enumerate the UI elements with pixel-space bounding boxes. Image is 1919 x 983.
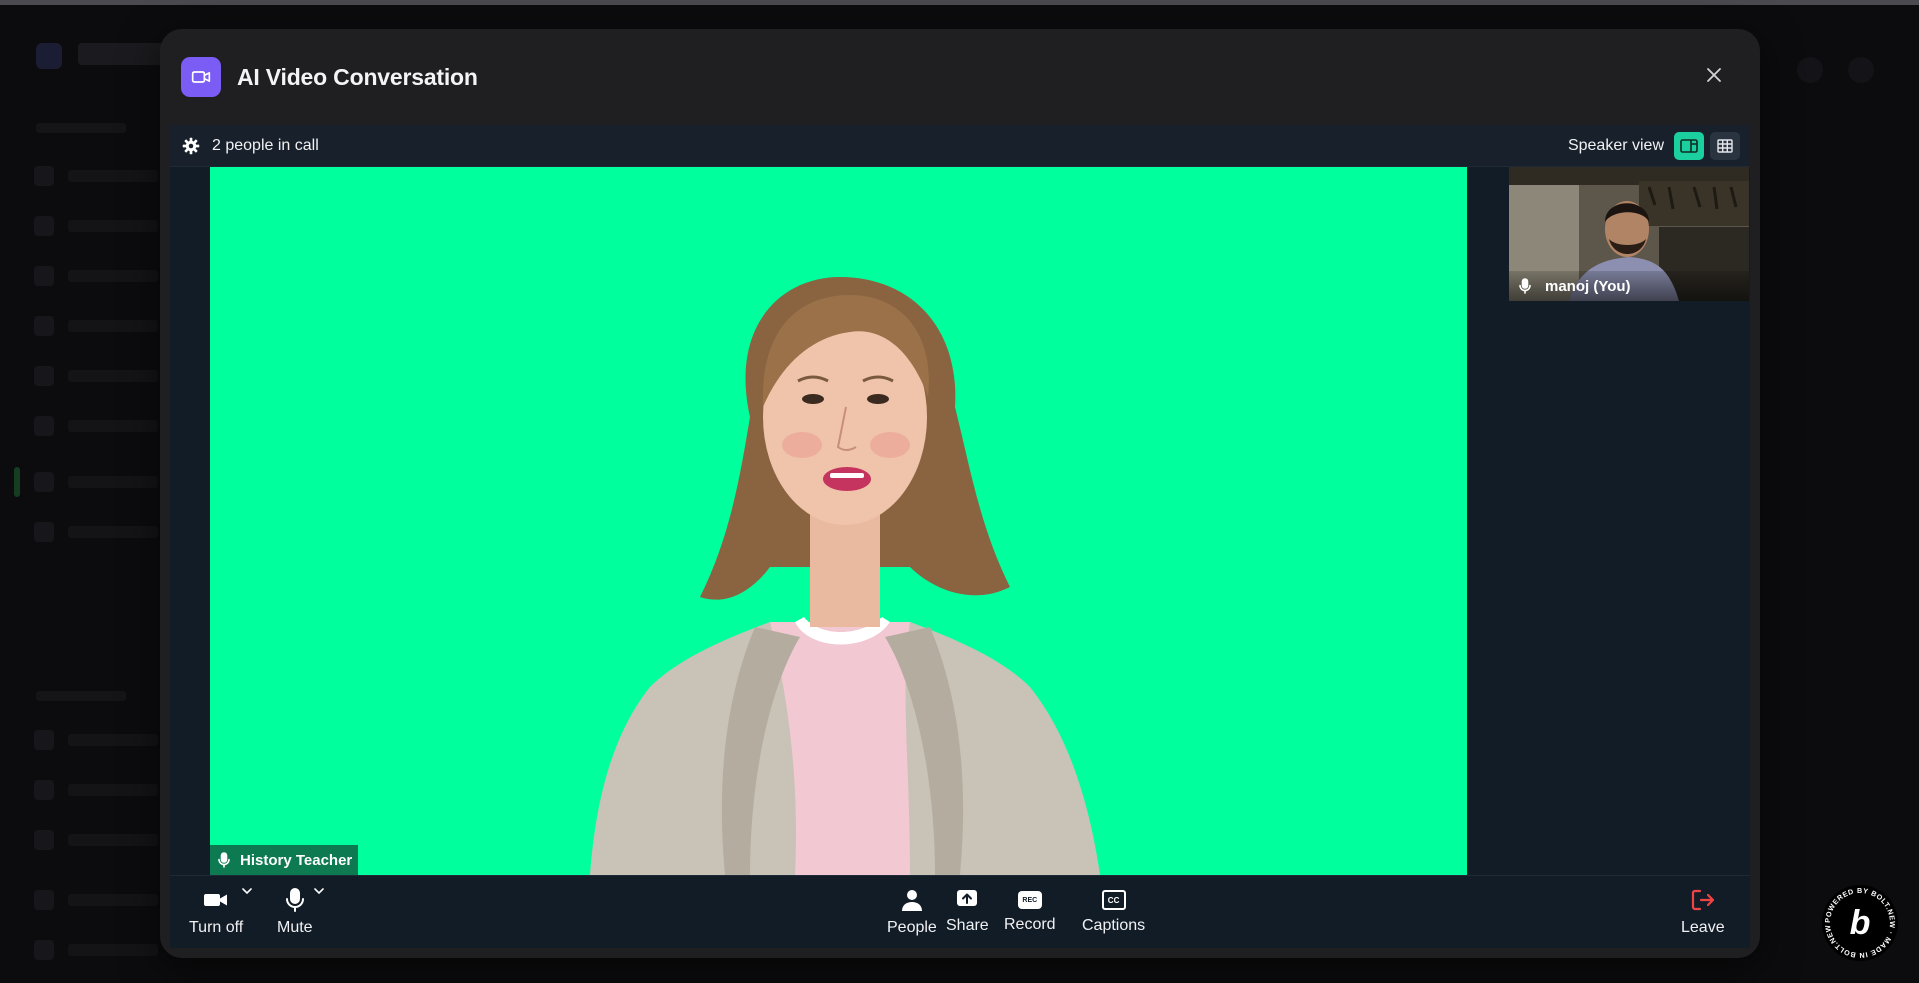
- record-icon: REC: [1017, 891, 1042, 909]
- captions-badge-text: CC: [1107, 895, 1120, 905]
- view-controls: Speaker view: [1568, 132, 1740, 160]
- mute-label: Mute: [277, 919, 313, 936]
- bg-sidebar-item: [34, 215, 164, 237]
- bg-sidebar-item: [34, 829, 164, 851]
- share-screen-icon: [957, 890, 978, 906]
- grid-layout-icon: [1717, 139, 1733, 153]
- captions-button[interactable]: CC Captions: [1082, 888, 1145, 935]
- grid-view-button[interactable]: [1710, 132, 1740, 160]
- video-conversation-modal: AI Video Conversation 2 people in call S…: [160, 29, 1760, 958]
- mute-button[interactable]: Mute: [277, 888, 324, 937]
- speaker-view-button[interactable]: [1674, 132, 1704, 160]
- bg-active-indicator: [14, 467, 20, 497]
- bg-app-logo: [36, 43, 62, 69]
- self-participant-name: manoj (You): [1545, 277, 1631, 295]
- main-participant-video: History Teacher: [210, 167, 1467, 875]
- chevron-down-icon[interactable]: [241, 886, 253, 896]
- leave-label: Leave: [1681, 919, 1725, 936]
- person-icon: [901, 890, 922, 911]
- bg-sidebar-item: [34, 415, 164, 437]
- leave-icon: [1691, 889, 1714, 911]
- people-in-call-count: 2 people in call: [212, 136, 319, 154]
- bolt-badge[interactable]: POWERED BY BOLT.NEW · MADE IN BOLT.NEW ·…: [1820, 877, 1899, 962]
- microphone-icon: [218, 852, 230, 868]
- video-camera-icon: [204, 894, 228, 906]
- record-button[interactable]: REC Record: [1004, 888, 1056, 934]
- share-button[interactable]: Share: [946, 888, 989, 935]
- microphone-icon: [1519, 278, 1531, 294]
- call-topbar: 2 people in call Speaker view: [170, 125, 1750, 167]
- bg-sidebar-item: [34, 365, 164, 387]
- close-icon: [1707, 68, 1721, 82]
- captions-label: Captions: [1082, 917, 1146, 934]
- video-camera-icon: [181, 57, 221, 97]
- record-badge-text: REC: [1022, 896, 1038, 904]
- gear-icon: [182, 137, 200, 154]
- modal-title: AI Video Conversation: [237, 63, 478, 90]
- main-participant-name-tag: History Teacher: [210, 845, 359, 875]
- view-mode-label: Speaker view: [1567, 137, 1664, 154]
- ai-avatar-figure: [590, 277, 1100, 875]
- bg-sidebar-item: [34, 471, 164, 493]
- bg-sidebar-item: [34, 521, 164, 543]
- settings-gear-button[interactable]: [182, 137, 200, 155]
- bg-sidebar-item: [34, 165, 164, 187]
- bg-sidebar-item: [34, 729, 164, 751]
- main-participant-name: History Teacher: [240, 851, 353, 869]
- bg-app-brand: [78, 43, 168, 65]
- bg-section-label: [36, 123, 126, 133]
- self-participant-tile[interactable]: manoj (You): [1509, 167, 1749, 301]
- share-label: Share: [946, 917, 989, 934]
- leave-call-button[interactable]: Leave: [1681, 888, 1725, 937]
- people-label: People: [887, 919, 937, 936]
- camera-toggle-button[interactable]: Turn off: [189, 888, 252, 937]
- record-label: Record: [1004, 916, 1056, 933]
- microphone-icon: [285, 888, 304, 912]
- bg-sidebar-item: [34, 315, 164, 337]
- bolt-logo-icon: POWERED BY BOLT.NEW · MADE IN BOLT.NEW ·…: [1820, 877, 1898, 961]
- call-controls-bar: Turn off Mute People Share REC Record CC…: [170, 875, 1750, 948]
- bolt-badge-letter: b: [1850, 904, 1871, 942]
- bg-sidebar-item: [34, 779, 164, 801]
- close-button[interactable]: [1702, 63, 1726, 87]
- camera-toggle-label: Turn off: [189, 919, 244, 936]
- bg-sidebar-item: [34, 939, 164, 961]
- bg-header-icon: [1797, 57, 1823, 83]
- self-participant-name-tag: manoj (You): [1509, 271, 1749, 301]
- people-button[interactable]: People: [887, 888, 937, 937]
- modal-header: AI Video Conversation: [160, 29, 1760, 125]
- captions-icon: CC: [1101, 890, 1126, 910]
- speaker-layout-icon: [1680, 139, 1698, 153]
- bg-section-label: [36, 691, 126, 701]
- chevron-down-icon[interactable]: [313, 886, 325, 896]
- bg-sidebar-item: [34, 265, 164, 287]
- bg-header-icon: [1848, 57, 1874, 83]
- bg-sidebar-item: [34, 889, 164, 911]
- call-area: 2 people in call Speaker view History Te…: [170, 125, 1750, 948]
